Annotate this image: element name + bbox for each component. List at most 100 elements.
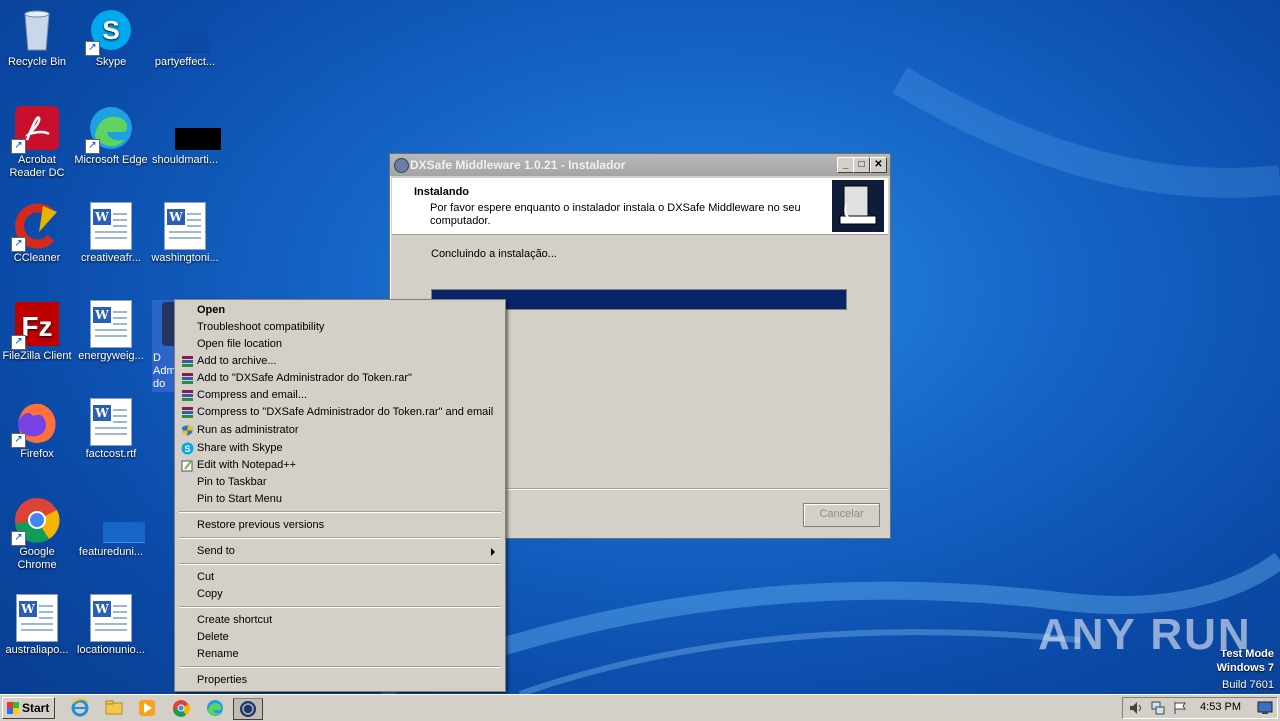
desktop-icon-acrobat[interactable]: ↗ Acrobat Reader DC <box>0 104 74 180</box>
menu-item-compress-and-email[interactable]: Compress and email... <box>177 387 503 404</box>
menu-item-pin-taskbar[interactable]: Pin to Taskbar <box>177 474 503 491</box>
file-thumbnail-icon <box>169 32 209 53</box>
dxsafe-icon <box>240 701 256 717</box>
shortcut-arrow-icon: ↗ <box>11 433 26 448</box>
desktop-icon-locationunio[interactable]: W locationunio... <box>74 594 148 657</box>
winrar-icon <box>182 407 193 418</box>
windows-logo-icon <box>7 702 19 714</box>
menu-item-add-to-rar[interactable]: Add to "DXSafe Administrador do Token.ra… <box>177 370 503 387</box>
submenu-arrow-icon <box>491 548 495 556</box>
installer-header-subtitle: Por favor espere enquanto o instalador i… <box>430 202 801 227</box>
menu-item-pin-start[interactable]: Pin to Start Menu <box>177 491 503 508</box>
menu-item-properties[interactable]: Properties <box>177 672 503 689</box>
taskbar-dxsafe-installer[interactable] <box>233 698 263 720</box>
menu-item-add-to-archive[interactable]: Add to archive... <box>177 353 503 370</box>
internet-explorer-icon[interactable] <box>70 698 90 718</box>
desktop-icon-label: locationunio... <box>77 644 145 656</box>
menu-item-restore-versions[interactable]: Restore previous versions <box>177 517 503 534</box>
media-player-icon[interactable] <box>137 698 157 718</box>
installer-titlebar[interactable]: DXSafe Middleware 1.0.21 - Instalador _ … <box>390 154 890 176</box>
word-document-icon: W <box>90 398 132 446</box>
menu-item-edit-notepadpp[interactable]: Edit with Notepad++ <box>177 457 503 474</box>
desktop-icon-energyweig[interactable]: W energyweig... <box>74 300 148 363</box>
installer-header: Instalando Por favor espere enquanto o i… <box>392 178 888 235</box>
menu-item-cut[interactable]: Cut <box>177 569 503 586</box>
word-document-icon: W <box>90 202 132 250</box>
desktop-icon-label: Skype <box>95 56 127 68</box>
show-desktop-icon[interactable] <box>1257 701 1273 715</box>
desktop-icon-partyeffect[interactable]: partyeffect... <box>148 6 222 69</box>
winrar-icon <box>182 390 193 401</box>
desktop-icon-label: featureduni... <box>78 546 144 558</box>
word-document-icon: W <box>90 300 132 348</box>
menu-separator <box>179 537 501 539</box>
desktop-icon-chrome[interactable]: ↗ Google Chrome <box>0 496 74 572</box>
installer-app-icon <box>394 158 409 173</box>
test-mode-label: Test Mode <box>1220 648 1274 660</box>
desktop-icon-label: creativeafr... <box>81 252 141 264</box>
desktop-icon-label: Acrobat Reader DC <box>9 154 65 179</box>
desktop-icon-australiapo[interactable]: W australiapo... <box>0 594 74 657</box>
context-menu: Open Troubleshoot compatibility Open fil… <box>174 299 506 692</box>
menu-item-send-to[interactable]: Send to <box>177 543 503 560</box>
action-center-flag-icon[interactable] <box>1173 701 1187 715</box>
menu-item-create-shortcut[interactable]: Create shortcut <box>177 612 503 629</box>
desktop-icon-dxsafe-selected[interactable]: D Adm do <box>152 300 176 392</box>
desktop-icon-creativeafr[interactable]: W creativeafr... <box>74 202 148 265</box>
windows-version-label: Windows 7 <box>1216 662 1274 674</box>
menu-item-compress-to-rar-email[interactable]: Compress to "DXSafe Administrador do Tok… <box>177 404 503 421</box>
desktop-icon-label: Firefox <box>20 448 54 460</box>
svg-text:S: S <box>102 15 119 45</box>
installer-computer-icon <box>832 180 884 232</box>
edge-icon[interactable] <box>205 698 225 718</box>
desktop-icon-label: Google Chrome <box>17 546 57 571</box>
word-document-icon: W <box>16 594 58 642</box>
menu-item-copy[interactable]: Copy <box>177 586 503 603</box>
build-label: Build 7601 <box>1222 679 1274 691</box>
file-thumbnail-icon <box>175 128 221 150</box>
desktop-icon-factcost[interactable]: W factcost.rtf <box>74 398 148 461</box>
installer-header-title: Instalando <box>414 186 470 198</box>
menu-separator <box>179 511 501 513</box>
desktop-icon-label: washingtoni... <box>151 252 219 264</box>
cancel-button[interactable]: Cancelar <box>803 503 880 527</box>
maximize-button[interactable]: □ <box>853 157 870 173</box>
shortcut-arrow-icon: ↗ <box>85 139 100 154</box>
desktop-icon-label: shouldmarti... <box>151 154 219 166</box>
file-explorer-icon[interactable] <box>104 698 124 718</box>
menu-item-share-skype[interactable]: S Share with Skype <box>177 440 503 457</box>
start-button[interactable]: Start <box>2 697 55 719</box>
recycle-bin-icon <box>24 10 50 51</box>
chrome-icon[interactable] <box>171 698 191 718</box>
desktop-icon-shouldmarti[interactable]: shouldmarti... <box>148 104 222 167</box>
desktop-icon-featureduni[interactable]: featureduni... <box>74 496 148 559</box>
close-button[interactable]: ✕ <box>870 157 887 173</box>
menu-item-open-file-location[interactable]: Open file location <box>177 336 503 353</box>
shortcut-arrow-icon: ↗ <box>11 531 26 546</box>
desktop-icon-edge[interactable]: ↗ Microsoft Edge <box>74 104 148 167</box>
installer-status-text: Concluindo a instalação... <box>431 248 557 260</box>
menu-item-run-as-admin[interactable]: Run as administrator <box>177 422 503 439</box>
desktop-icon-label: energyweig... <box>78 350 144 362</box>
desktop-icon-firefox[interactable]: ↗ Firefox <box>0 398 74 461</box>
menu-item-open[interactable]: Open <box>177 302 503 319</box>
desktop-icon-skype[interactable]: S ↗ Skype <box>74 6 148 69</box>
menu-item-delete[interactable]: Delete <box>177 629 503 646</box>
file-thumbnail-icon <box>103 522 145 543</box>
menu-separator <box>179 563 501 565</box>
menu-item-troubleshoot[interactable]: Troubleshoot compatibility <box>177 319 503 336</box>
shortcut-arrow-icon: ↗ <box>85 41 100 56</box>
desktop-icon-filezilla[interactable]: Fz ↗ FileZilla Client <box>0 300 74 363</box>
desktop-icon-ccleaner[interactable]: ↗ CCleaner <box>0 202 74 265</box>
shortcut-arrow-icon: ↗ <box>11 139 26 154</box>
minimize-button[interactable]: _ <box>837 157 854 173</box>
network-icon[interactable] <box>1151 701 1165 715</box>
menu-item-rename[interactable]: Rename <box>177 646 503 663</box>
installer-title: DXSafe Middleware 1.0.21 - Instalador <box>410 158 626 172</box>
volume-icon[interactable] <box>1129 701 1143 715</box>
desktop-icon-recycle-bin[interactable]: Recycle Bin <box>0 6 74 69</box>
desktop-icon-label: Recycle Bin <box>7 56 67 68</box>
desktop-icon-washingtoni[interactable]: W washingtoni... <box>148 202 222 265</box>
winrar-icon <box>182 356 193 367</box>
clock[interactable]: 4:53 PM <box>1200 701 1241 713</box>
